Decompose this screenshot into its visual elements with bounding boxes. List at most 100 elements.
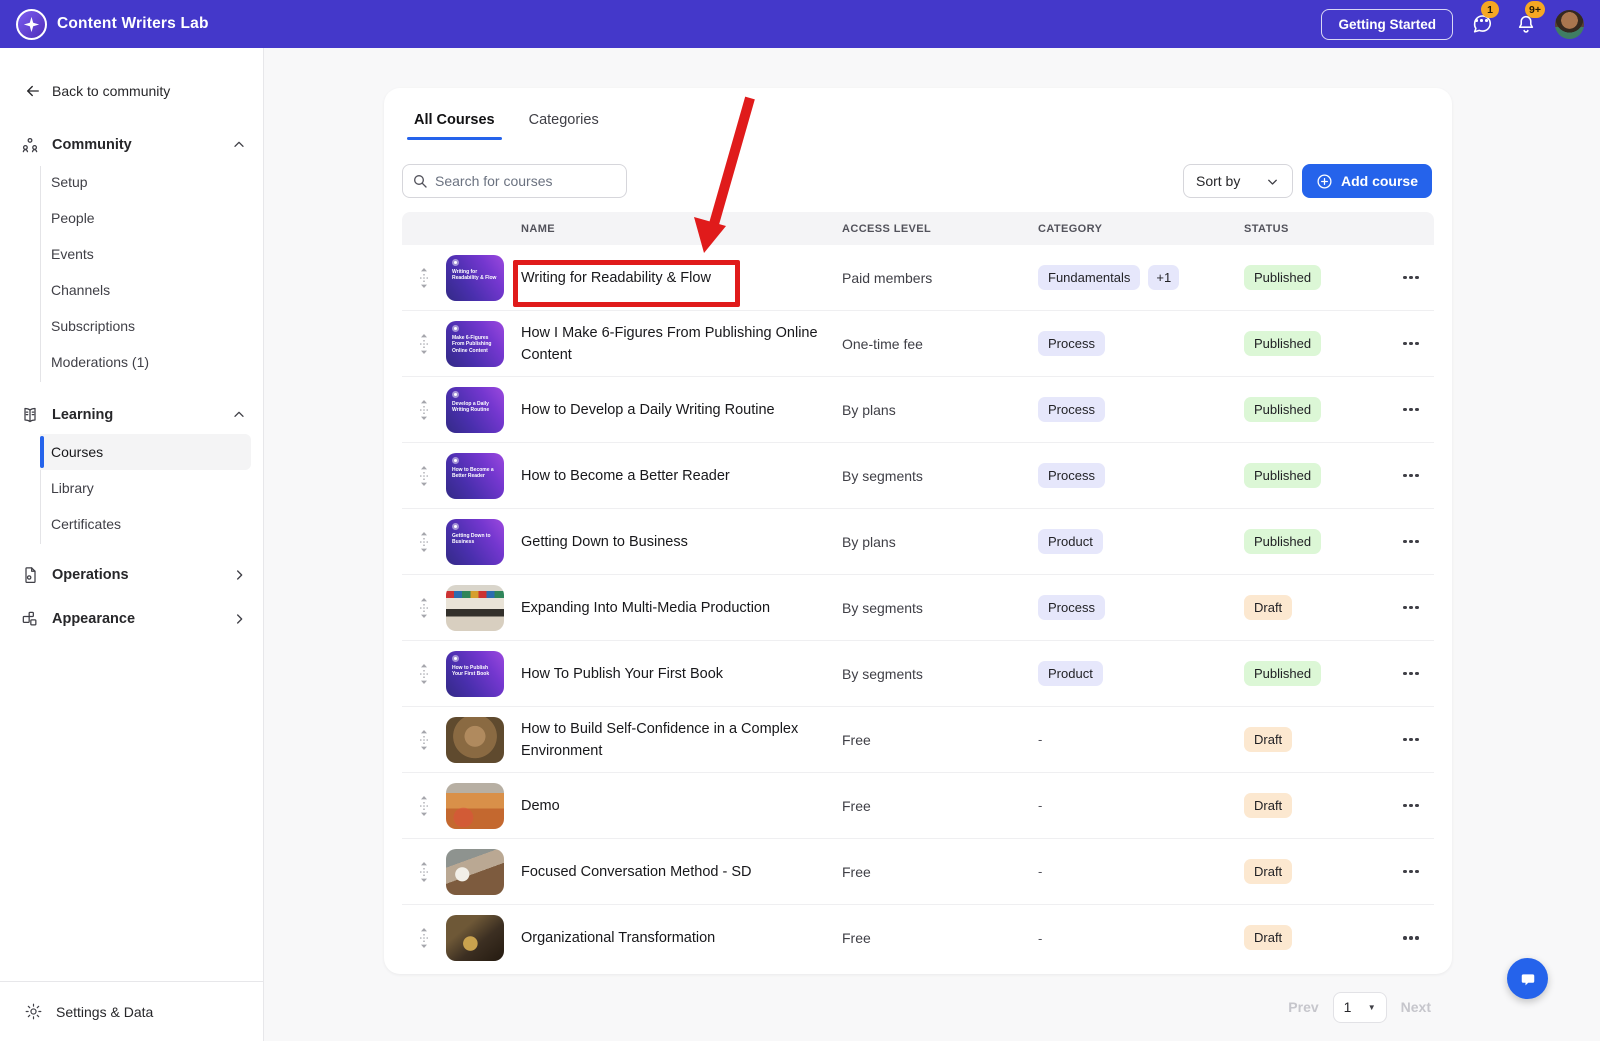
drag-handle-icon[interactable] [402,266,446,290]
sidebar-section-operations[interactable]: Operations [20,558,247,592]
access-level-text: By segments [842,468,1038,484]
sidebar-item-channels[interactable]: Channels [40,272,251,308]
row-menu-button[interactable] [1398,265,1424,291]
pagination: Prev 1 ▼ Next [264,987,1600,1027]
sidebar-item-library[interactable]: Library [40,470,251,506]
row-menu-button[interactable] [1398,661,1424,687]
tab-all-courses[interactable]: All Courses [414,112,495,140]
chevron-down-icon [1265,174,1280,189]
category-cell: Product [1038,529,1244,554]
category-cell: Process [1038,595,1244,620]
table-row[interactable]: How to Publish Your First Book How To Pu… [402,641,1434,707]
table-body: Writing for Readability & Flow Writing f… [402,245,1434,971]
sidebar-item-courses[interactable]: Courses [40,434,251,470]
courses-panel: All Courses Categories Sort by Add cours… [384,88,1452,974]
course-name[interactable]: Organizational Transformation [504,927,842,949]
access-level-text: Free [842,798,1038,814]
courses-table: NAME ACCESS LEVEL CATEGORY STATUS Writin… [402,212,1434,971]
table-row[interactable]: Develop a Daily Writing Routine How to D… [402,377,1434,443]
table-row[interactable]: Make 6-Figures From Publishing Online Co… [402,311,1434,377]
table-row[interactable]: How to Become a Better Reader How to Bec… [402,443,1434,509]
row-menu-button[interactable] [1398,397,1424,423]
table-row[interactable]: Demo Free - Draft [402,773,1434,839]
category-badge: Fundamentals [1038,265,1140,290]
table-row[interactable]: Getting Down to Business Getting Down to… [402,509,1434,575]
notifications-button[interactable]: 9+ [1511,9,1541,39]
drag-handle-icon[interactable] [402,728,446,752]
table-row[interactable]: How to Build Self-Confidence in a Comple… [402,707,1434,773]
sidebar-item-people[interactable]: People [40,200,251,236]
table-row[interactable]: Organizational Transformation Free - Dra… [402,905,1434,971]
sort-by-dropdown[interactable]: Sort by [1183,164,1293,198]
sidebar-item-subscriptions[interactable]: Subscriptions [40,308,251,344]
row-menu-button[interactable] [1398,529,1424,555]
row-menu-button[interactable] [1398,463,1424,489]
course-thumbnail [446,915,504,961]
caret-down-icon: ▼ [1368,1003,1376,1012]
access-level-text: One-time fee [842,336,1038,352]
row-menu-button[interactable] [1398,595,1424,621]
next-button[interactable]: Next [1401,999,1431,1015]
settings-and-data-link[interactable]: Settings & Data [0,981,263,1041]
course-name[interactable]: How to Become a Better Reader [504,465,842,487]
add-course-button[interactable]: Add course [1302,164,1432,198]
search-input[interactable] [402,164,627,198]
tab-categories[interactable]: Categories [529,112,599,140]
course-name[interactable]: Demo [504,795,842,817]
category-cell: - [1038,798,1244,813]
course-name[interactable]: Expanding Into Multi-Media Production [504,597,842,619]
drag-handle-icon[interactable] [402,794,446,818]
row-menu-button[interactable] [1398,859,1424,885]
user-avatar[interactable] [1555,10,1584,39]
sidebar-item-certificates[interactable]: Certificates [40,506,251,542]
category-badge: - [1038,798,1042,813]
access-level-text: By plans [842,534,1038,550]
table-row[interactable]: Focused Conversation Method - SD Free - … [402,839,1434,905]
sidebar-section-learning[interactable]: Learning [20,398,247,432]
status-cell: Published [1244,335,1373,353]
search-icon [412,173,428,189]
drag-handle-icon[interactable] [402,464,446,488]
drag-handle-icon[interactable] [402,860,446,884]
drag-handle-icon[interactable] [402,662,446,686]
course-name[interactable]: Getting Down to Business [504,531,842,553]
status-badge: Draft [1244,793,1292,818]
column-category: CATEGORY [1038,223,1244,235]
getting-started-button[interactable]: Getting Started [1321,9,1453,40]
course-name[interactable]: Focused Conversation Method - SD [504,861,842,883]
chat-widget-button[interactable] [1507,958,1548,999]
category-badge: Process [1038,463,1105,488]
row-menu-button[interactable] [1398,727,1424,753]
drag-handle-icon[interactable] [402,398,446,422]
drag-handle-icon[interactable] [402,926,446,950]
category-cell: Process [1038,331,1244,356]
community-icon [20,135,40,155]
drag-handle-icon[interactable] [402,332,446,356]
plus-circle-icon [1316,173,1333,190]
course-name[interactable]: How To Publish Your First Book [504,663,842,685]
sidebar-item-setup[interactable]: Setup [40,164,251,200]
course-name[interactable]: How to Develop a Daily Writing Routine [504,399,842,421]
messages-button[interactable]: 1 [1467,9,1497,39]
sidebar-item-events[interactable]: Events [40,236,251,272]
table-row[interactable]: Expanding Into Multi-Media Production By… [402,575,1434,641]
category-badge: - [1038,931,1042,946]
column-access-level: ACCESS LEVEL [842,223,1038,235]
course-name[interactable]: How to Build Self-Confidence in a Comple… [504,718,842,762]
sidebar-item-moderations[interactable]: Moderations (1) [40,344,251,380]
prev-button[interactable]: Prev [1288,999,1318,1015]
back-to-community-link[interactable]: Back to community [24,82,263,100]
row-menu-button[interactable] [1398,331,1424,357]
table-row[interactable]: Writing for Readability & Flow Writing f… [402,245,1434,311]
status-cell: Published [1244,665,1373,683]
sidebar-section-appearance[interactable]: Appearance [20,602,247,636]
row-menu-button[interactable] [1398,793,1424,819]
drag-handle-icon[interactable] [402,530,446,554]
row-menu-button[interactable] [1398,925,1424,951]
sidebar-section-community[interactable]: Community [20,128,247,162]
course-name[interactable]: How I Make 6-Figures From Publishing Onl… [504,322,842,366]
course-name[interactable]: Writing for Readability & Flow [504,267,842,289]
page-select[interactable]: 1 ▼ [1333,992,1387,1023]
drag-handle-icon[interactable] [402,596,446,620]
category-badge: - [1038,864,1042,879]
